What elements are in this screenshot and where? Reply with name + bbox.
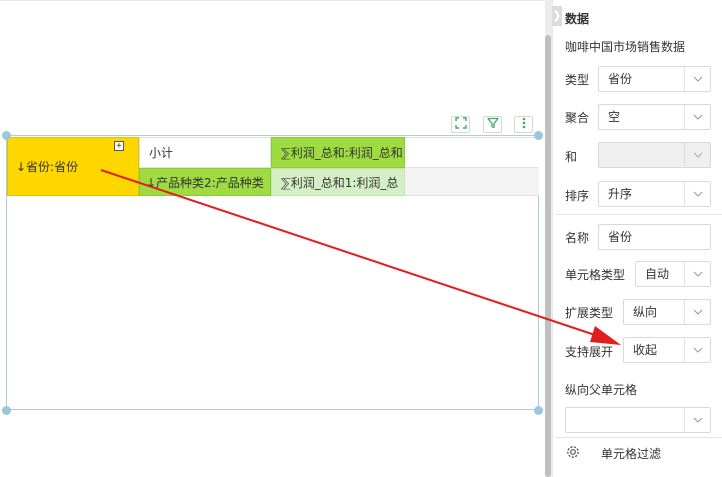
cell-filter-link[interactable]: 单元格过滤 [601,445,661,462]
cell-subtotal[interactable]: 小计 [139,137,271,168]
and-label: 和 [565,150,578,164]
chevron-down-icon [684,67,710,91]
name-input[interactable]: 省份 [598,224,711,250]
panel-divider [555,214,722,215]
fullscreen-icon [454,117,467,132]
type-select[interactable]: 省份 [598,66,711,92]
expand-toggle-icon[interactable]: + [114,141,124,151]
resize-handle-top-left[interactable] [2,131,11,140]
filter-button[interactable] [483,116,502,133]
chevron-down-icon [684,143,710,167]
type-select-value: 省份 [608,72,633,86]
cell-province-text: ↓省份:省份 [16,160,79,174]
chevron-down-icon [684,262,710,286]
support-expand-label: 支持展开 [565,345,614,359]
chevron-down-icon [684,105,710,129]
scrollbar-thumb[interactable] [545,35,551,477]
fullscreen-button[interactable] [451,116,470,133]
dataset-name: 咖啡中国市场销售数据 [565,40,686,54]
support-expand-select-value: 收起 [633,343,658,357]
filter-icon [486,117,499,132]
aggregate-select[interactable]: 空 [598,104,711,130]
panel-title: 数据 [565,12,590,26]
more-button[interactable] [514,116,533,133]
cell-profit-sum[interactable]: ⅀利润_总和:利润_总和 [271,137,405,168]
resize-handle-top-right[interactable] [534,131,543,140]
more-vertical-icon [518,117,530,132]
cell-profit-sum1-text: ⅀利润_总和1:利润_总 [281,175,399,190]
cell-profit-sum1[interactable]: ⅀利润_总和1:利润_总 [271,168,405,196]
sort-label: 排序 [565,189,590,203]
panel-collapse-icon[interactable]: ❯ [552,6,562,26]
cell-profit-sum-text: ⅀利润_总和:利润_总和 [281,146,403,160]
parent-cell-select[interactable] [565,407,711,433]
cell-type-select[interactable]: 自动 [635,261,711,287]
expand-type-select[interactable]: 纵向 [623,299,711,325]
cell-type-select-value: 自动 [645,267,670,281]
chevron-down-icon [684,182,710,206]
parent-cell-label: 纵向父单元格 [565,383,638,397]
name-label: 名称 [565,231,590,245]
and-select[interactable] [598,142,711,168]
aggregate-label: 聚合 [565,111,590,125]
expand-type-select-value: 纵向 [633,305,658,319]
type-label: 类型 [565,73,590,87]
cell-subtotal-text: 小计 [149,146,174,160]
expand-type-label: 扩展类型 [565,306,614,320]
sort-select-value: 升序 [608,187,633,201]
support-expand-select[interactable]: 收起 [623,337,711,363]
resize-handle-bottom-left[interactable] [2,406,11,415]
sort-select[interactable]: 升序 [598,181,711,207]
chevron-down-icon [684,338,710,362]
gear-icon[interactable] [564,443,582,461]
resize-handle-bottom-right[interactable] [534,406,543,415]
chevron-down-icon [684,300,710,324]
cell-empty[interactable] [405,168,539,196]
cell-product-type-text: ↓产品种类2:产品种类 [146,175,264,190]
cell-empty[interactable] [405,137,539,168]
chevron-down-icon [684,408,710,432]
aggregate-select-value: 空 [608,110,621,124]
panel-divider [555,437,722,438]
cell-type-label: 单元格类型 [565,268,626,282]
cell-product-type[interactable]: ↓产品种类2:产品种类 [139,168,271,196]
